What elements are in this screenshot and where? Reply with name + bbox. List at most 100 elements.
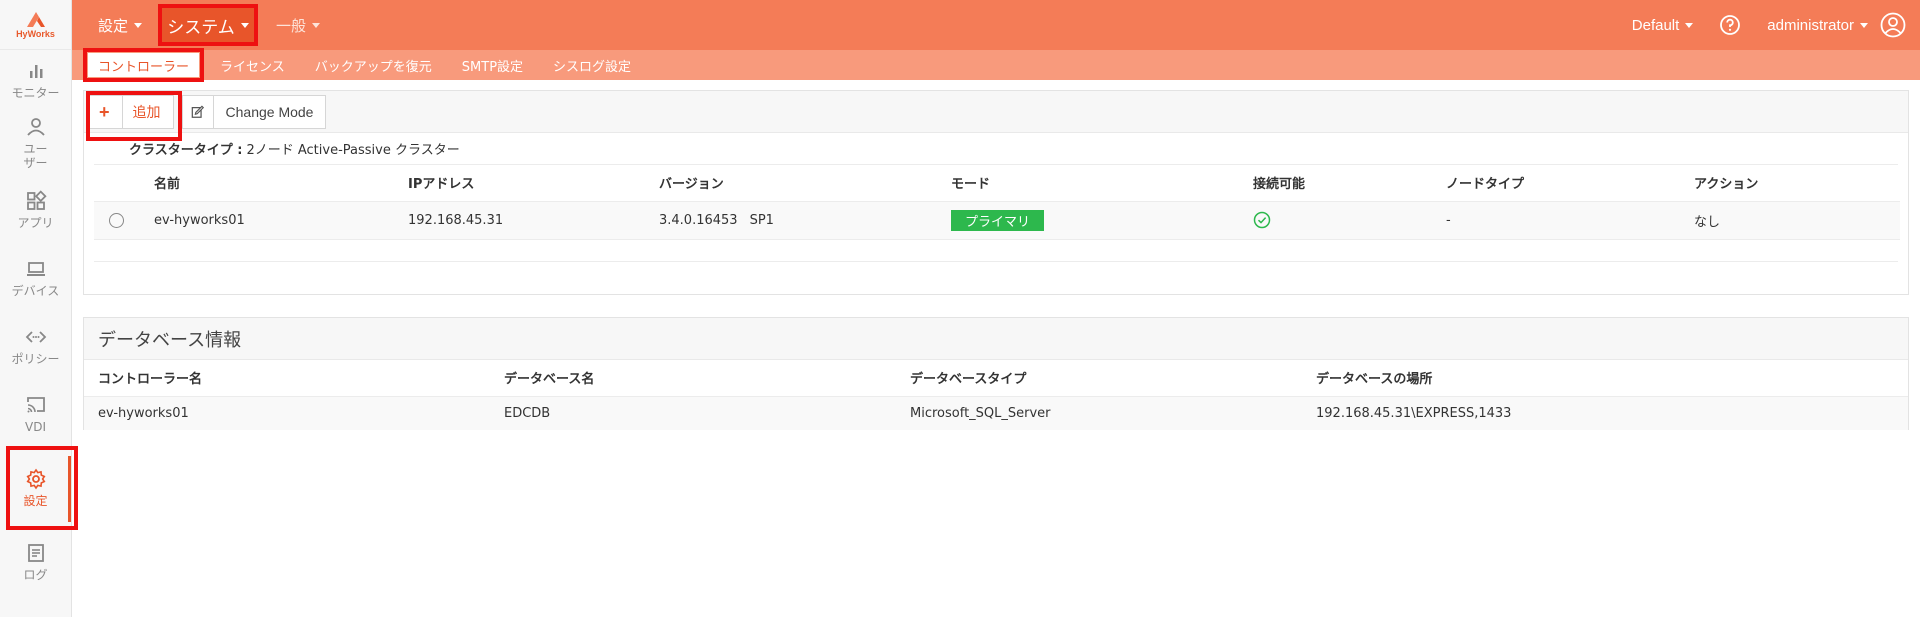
user-icon <box>26 118 45 136</box>
sidebar-item-label: VDI <box>25 420 46 434</box>
tab-license[interactable]: ライセンス <box>205 50 300 80</box>
tab-smtp-settings[interactable]: SMTP設定 <box>447 50 538 80</box>
tab-controller[interactable]: コントローラー <box>82 48 205 82</box>
add-button[interactable]: + 追加 <box>88 95 174 129</box>
tenant-label: Default <box>1631 16 1680 34</box>
toolbar-button-group: + 追加 Change Mode <box>86 91 327 141</box>
question-circle-icon[interactable] <box>1719 14 1741 36</box>
column-header: データベース名 <box>490 360 896 397</box>
sidebar-item-devices[interactable]: デバイス <box>0 244 71 312</box>
code-arrows-icon <box>25 331 46 343</box>
controller-toolbar: + 追加 Change Mode <box>84 91 1908 141</box>
table-row: ev-hyworks01 EDCDB Microsoft_SQL_Server … <box>84 396 1908 430</box>
gear-icon <box>26 468 45 490</box>
menu-system-label: システム <box>167 17 235 37</box>
controller-node-type: - <box>1446 201 1694 240</box>
empty-row <box>94 240 1898 262</box>
edit-icon <box>191 105 204 118</box>
db-location: 192.168.45.31\EXPRESS,1433 <box>1302 396 1908 430</box>
column-header: アクション <box>1694 165 1900 202</box>
controller-panel: + 追加 Change Mode クラスタータイプ : 2ノード Active-… <box>83 90 1909 295</box>
sidebar-item-label: ログ <box>23 568 48 582</box>
controller-table: 名前 IPアドレス バージョン モード 接続可能 ノードタイプ アクション ev… <box>94 165 1900 240</box>
column-select <box>94 165 154 202</box>
controller-action: なし <box>1694 201 1900 240</box>
column-header: データベースの場所 <box>1302 360 1908 397</box>
sidebar-item-label: アプリ <box>17 216 54 230</box>
log-document-icon <box>27 544 44 562</box>
cluster-type-label: クラスタータイプ : <box>129 143 243 158</box>
tab-backup-restore[interactable]: バックアップを復元 <box>300 50 447 80</box>
edit-button[interactable] <box>181 95 214 129</box>
table-header-row: コントローラー名 データベース名 データベースタイプ データベースの場所 <box>84 360 1908 397</box>
column-header: バージョン <box>659 165 951 202</box>
column-header: 接続可能 <box>1253 165 1446 202</box>
menu-general[interactable]: 一般 <box>276 0 321 50</box>
column-header: ノードタイプ <box>1446 165 1694 202</box>
controller-ip: 192.168.45.31 <box>408 201 659 240</box>
tab-syslog-settings[interactable]: シスログ設定 <box>538 50 646 80</box>
db-controller-name: ev-hyworks01 <box>84 396 490 430</box>
table-row[interactable]: ev-hyworks01 192.168.45.31 3.4.0.16453 SP… <box>94 201 1900 240</box>
menu-general-label: 一般 <box>276 17 307 35</box>
mode-badge: プライマリ <box>951 209 1045 231</box>
logo-text: HyWorks <box>16 28 55 39</box>
controller-name: ev-hyworks01 <box>154 201 408 240</box>
database-table: コントローラー名 データベース名 データベースタイプ データベースの場所 ev-… <box>84 360 1908 430</box>
row-select-radio[interactable] <box>109 212 124 228</box>
plus-icon: + <box>99 101 110 122</box>
tenant-dropdown[interactable]: Default <box>1632 17 1694 34</box>
caret-down-icon <box>240 22 249 28</box>
sidebar-item-label: デバイス <box>11 284 60 298</box>
column-header: モード <box>951 165 1253 202</box>
controller-connectable <box>1253 201 1446 240</box>
user-circle-icon[interactable] <box>1880 12 1906 38</box>
sidebar-item-log[interactable]: ログ <box>0 528 71 596</box>
sidebar-item-label: モニター <box>11 86 60 100</box>
add-button-label: 追加 <box>132 104 161 120</box>
user-dropdown[interactable]: administrator <box>1767 17 1868 34</box>
service-pack: SP1 <box>749 212 774 228</box>
add-button-separator <box>121 96 123 128</box>
caret-down-icon <box>312 22 321 28</box>
sidebar-item-users[interactable]: ユーザー <box>0 110 71 176</box>
db-name: EDCDB <box>490 396 896 430</box>
sub-tab-bar: コントローラー ライセンス バックアップを復元 SMTP設定 シスログ設定 <box>72 48 1920 82</box>
menu-settings[interactable]: 設定 <box>98 0 143 50</box>
sidebar-item-label: ポリシー <box>11 352 60 366</box>
sidebar-item-label: ユーザー <box>23 142 48 170</box>
menu-settings-label: 設定 <box>98 17 129 35</box>
sidebar-item-policy[interactable]: ポリシー <box>0 312 71 380</box>
sidebar-item-monitor[interactable]: モニター <box>0 50 71 110</box>
controller-mode: プライマリ <box>951 201 1253 240</box>
caret-down-icon <box>1860 22 1868 28</box>
db-type: Microsoft_SQL_Server <box>896 396 1302 430</box>
bar-chart-icon <box>29 65 42 78</box>
hyworks-logo-icon <box>26 11 45 27</box>
sidebar-item-settings[interactable]: 設定 <box>0 446 78 530</box>
controller-version: 3.4.0.16453 SP1 <box>659 201 951 240</box>
check-circle-icon <box>1253 211 1271 229</box>
database-panel-title: データベース情報 <box>84 318 1908 360</box>
change-mode-button[interactable]: Change Mode <box>213 95 327 129</box>
apps-grid-icon <box>26 190 47 210</box>
column-header: コントローラー名 <box>84 360 490 397</box>
sidebar: HyWorks モニター ユーザー アプリ デバイス ポリシー VDI 設定 ロ… <box>0 0 78 617</box>
column-header: IPアドレス <box>408 165 659 202</box>
laptop-icon <box>26 262 45 276</box>
sidebar-item-apps[interactable]: アプリ <box>0 176 71 244</box>
version-number: 3.4.0.16453 <box>659 212 738 228</box>
column-header: データベースタイプ <box>896 360 1302 397</box>
menu-system[interactable]: システム <box>158 4 258 46</box>
sidebar-item-label: 設定 <box>23 494 48 508</box>
cluster-type-value: 2ノード Active-Passive クラスター <box>246 143 460 158</box>
user-name: administrator <box>1767 16 1854 34</box>
active-indicator <box>68 456 71 522</box>
caret-down-icon <box>134 22 143 28</box>
sidebar-item-vdi[interactable]: VDI <box>0 380 71 448</box>
table-header-row: 名前 IPアドレス バージョン モード 接続可能 ノードタイプ アクション <box>94 165 1900 202</box>
database-panel: データベース情報 コントローラー名 データベース名 データベースタイプ データベ… <box>83 317 1909 430</box>
logo[interactable]: HyWorks <box>0 0 71 50</box>
topbar-right: Default administrator <box>1632 0 1920 50</box>
cluster-type: クラスタータイプ : 2ノード Active-Passive クラスター <box>94 133 1898 165</box>
